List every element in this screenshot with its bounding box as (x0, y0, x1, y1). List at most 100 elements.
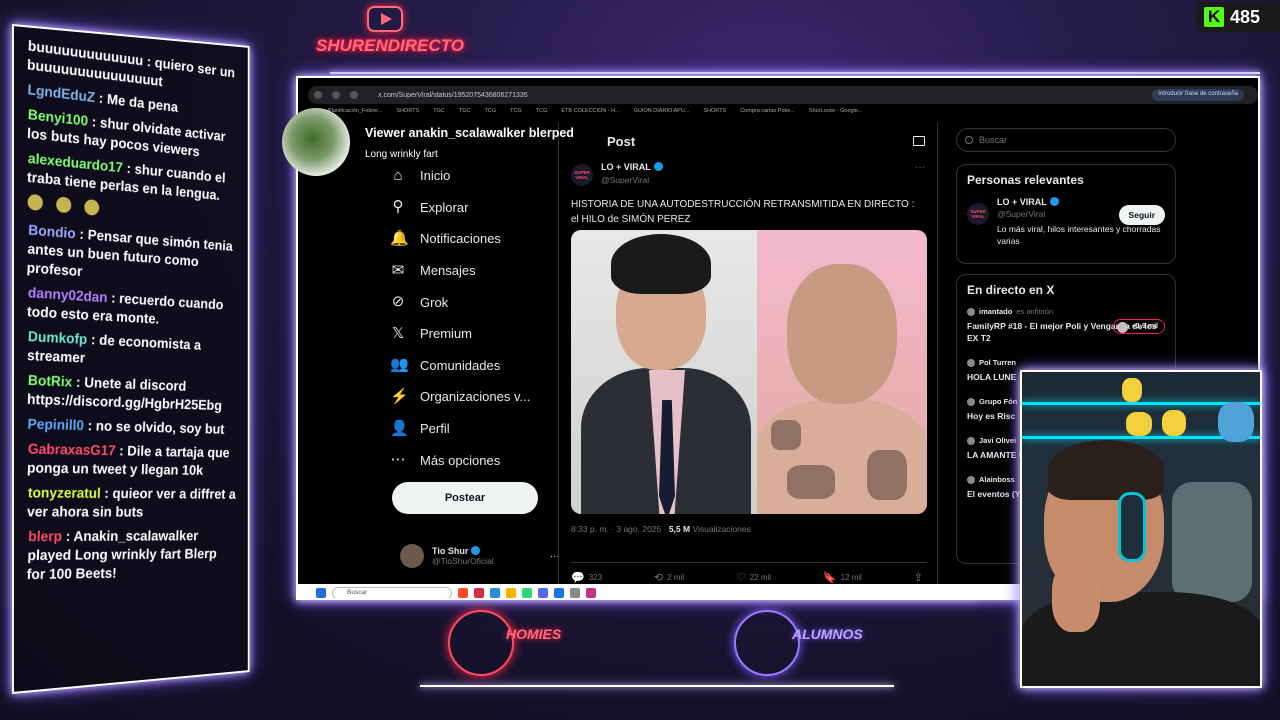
bookmark-item[interactable]: TCG (485, 108, 497, 120)
live-item[interactable]: imantado es anfitrión FamilyRP #18 - El me… (967, 307, 1165, 344)
app-icon[interactable] (522, 588, 532, 598)
bookmark-item[interactable]: SHORTS (396, 108, 419, 120)
figure-shape (1122, 378, 1142, 402)
alumnos-logo-icon (734, 610, 800, 676)
chair-shape (1172, 482, 1252, 602)
relevant-bio: Lo más viral, hilos interesantes y chorr… (997, 224, 1161, 246)
post-more-icon[interactable]: ··· (915, 162, 925, 173)
hair-shape (611, 234, 711, 294)
reply-button[interactable]: 💬 323 (571, 571, 602, 584)
nav-item-comunidades[interactable]: 👥 Comunidades (390, 350, 550, 382)
more-circle-icon: ⋯ (390, 451, 406, 469)
app-icon[interactable] (506, 588, 516, 598)
chat-message: GabraxasG17 : Dile a tartaja que ponga u… (27, 441, 237, 481)
chat-text: : Me da pena (94, 90, 179, 116)
chat-username[interactable]: GabraxasG17 (28, 442, 116, 459)
app-icon[interactable] (458, 588, 468, 598)
chat-username[interactable]: Pepinill0 (27, 417, 84, 434)
forward-icon[interactable] (332, 91, 340, 99)
verified-icon (653, 162, 663, 171)
reload-icon[interactable] (350, 91, 358, 99)
follow-button[interactable]: Seguir (1118, 205, 1165, 225)
bookmark-item[interactable]: TCG (510, 108, 522, 120)
chat-message: Pepinill0 : no se olvido, soy but (27, 416, 236, 440)
retweet-button[interactable]: ⟲ 2 mil (654, 571, 684, 584)
bookmark-button[interactable]: 🔖 12 mil (823, 571, 862, 584)
post-image[interactable] (571, 230, 927, 514)
relevant-avatar[interactable]: SUPER VIRAL (967, 203, 989, 225)
x-nav: ⌂ Inicio ⚲ Explorar 🔔 Notificaciones ✉ Mensajes… (390, 160, 550, 476)
bookmark-item[interactable]: GUION DIARIO APU... (634, 108, 690, 120)
app-icon[interactable] (538, 588, 548, 598)
app-icon[interactable] (570, 588, 580, 598)
share-button[interactable]: ⇪ (914, 571, 927, 584)
app-icon[interactable] (490, 588, 500, 598)
nav-item-premium[interactable]: 𝕏 Premium (390, 318, 550, 350)
action-count: 2 mil (667, 573, 684, 582)
like-button[interactable]: ♡ 22 mil (736, 571, 771, 584)
avatar (400, 544, 424, 568)
chat-message: BotRix : Unete al discord https://discor… (27, 372, 237, 416)
taskbar-search[interactable]: Buscar (332, 587, 452, 598)
nav-item-notificaciones[interactable]: 🔔 Notificaciones (390, 223, 550, 255)
tattoo-shape (771, 420, 801, 450)
chat-username[interactable]: BotRix (28, 373, 73, 391)
nav-buttons (314, 91, 358, 99)
image-right-panel (757, 230, 927, 514)
nav-item-explorar[interactable]: ⚲ Explorar (390, 192, 550, 224)
bookmark-item[interactable]: TGC (459, 108, 471, 120)
views-count: 5,5 M (668, 524, 691, 534)
page-title: Post (607, 134, 636, 149)
nav-item-m-s-opciones[interactable]: ⋯ Más opciones (390, 444, 550, 476)
bookmark-item[interactable]: ShurLocke - Google... (809, 108, 863, 120)
neon-line-top (330, 72, 1260, 74)
like-icon: ♡ (735, 572, 746, 584)
app-icon[interactable] (586, 588, 596, 598)
app-icon[interactable] (554, 588, 564, 598)
nav-item-grok[interactable]: ⊘ Grok (390, 286, 550, 318)
avatar (967, 358, 975, 367)
brand-name: SHURENDIRECTO (316, 36, 464, 55)
nav-item-mensajes[interactable]: ✉ Mensajes (390, 255, 550, 287)
bookmark-item[interactable]: ETB COLECCION - H... (561, 108, 619, 120)
avatar (967, 436, 975, 445)
post-author-avatar[interactable]: SUPER VIRAL (571, 164, 593, 186)
bookmark-item[interactable]: SHORTS (703, 108, 726, 120)
search-icon: ⚲ (392, 198, 404, 216)
reader-icon[interactable] (913, 136, 925, 146)
chat-username[interactable]: Bondio (28, 223, 76, 243)
avatar (967, 475, 975, 484)
viewer-alert-subtitle: Long wrinkly fart (365, 149, 438, 160)
nav-item-label: Comunidades (420, 357, 501, 373)
account-switcher[interactable]: Tio Shur @TioShurOficial ··· (400, 544, 560, 568)
bookmark-item[interactable]: TGC (433, 108, 445, 120)
nav-item-label: Grok (420, 294, 449, 310)
app-icon[interactable] (474, 588, 484, 598)
card-title: Personas relevantes (967, 173, 1084, 187)
search-input[interactable]: Buscar (956, 128, 1176, 152)
chat-message: blerp : Anakin_scalawalker played Long w… (26, 528, 237, 585)
nav-item-organizaciones-v[interactable]: ⚡ Organizaciones v... (390, 381, 550, 413)
nav-item-inicio[interactable]: ⌂ Inicio (390, 160, 550, 192)
post-button[interactable]: Postear (392, 482, 538, 514)
chat-username[interactable]: LgndEduZ (27, 82, 95, 106)
windows-start-icon[interactable] (316, 588, 326, 598)
emote-icon (55, 196, 72, 214)
bookmark-item[interactable]: TCG (536, 108, 548, 120)
bookmark-item[interactable]: Compra cartas Poke... (740, 108, 795, 120)
image-left-panel (571, 230, 757, 514)
chat-username[interactable]: danny02dan (28, 285, 108, 306)
chat-username[interactable]: Dumkofp (28, 329, 88, 348)
emote-icon (27, 193, 44, 211)
passphrase-button[interactable]: Introducir frase de contraseña (1152, 89, 1244, 101)
chat-username[interactable]: blerp (28, 529, 62, 545)
back-icon[interactable] (314, 91, 322, 99)
emote-icon (84, 198, 100, 216)
live-listener-count[interactable]: +1,9 mil (1113, 319, 1165, 334)
address-bar[interactable]: x.com/SuperViral/status/1952075436806271… (308, 86, 1258, 104)
post-author-name[interactable]: LO + VIRAL (601, 162, 663, 172)
live-host: imantado es anfitrión (967, 307, 1165, 316)
post-author-handle[interactable]: @SuperViral (601, 175, 649, 185)
nav-item-perfil[interactable]: 👤 Perfil (390, 413, 550, 445)
chat-username[interactable]: tonyzeratul (28, 485, 101, 501)
